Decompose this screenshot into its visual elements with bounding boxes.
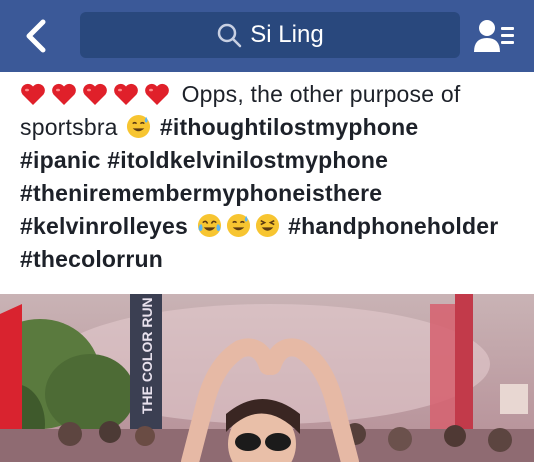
back-chevron-icon (26, 19, 46, 53)
sweat-smile-emoji-icon (226, 213, 250, 238)
sweat-smile-emoji-icon (127, 114, 151, 139)
back-button[interactable] (14, 14, 58, 58)
search-field[interactable]: Si Ling (80, 12, 460, 58)
hashtag-ipanic[interactable]: #ipanic (20, 147, 101, 173)
post-line-3: #ipanic #itoldkelvinilostmyphone (20, 144, 520, 177)
heart-emoji-icon (21, 83, 45, 105)
heart-emoji-icon (52, 83, 76, 105)
post-line-4: #theniremembermyphoneisthere (20, 177, 520, 210)
post-text-sportsbra: sportsbra (20, 114, 118, 140)
heart-emoji-icon (83, 83, 107, 105)
top-navigation-bar: Si Ling (0, 0, 534, 72)
hashtag-itoldkelvinilostmyphone[interactable]: #itoldkelvinilostmyphone (107, 147, 388, 173)
hashtag-ithoughtilostmyphone[interactable]: #ithoughtilostmyphone (160, 114, 418, 140)
tears-of-joy-emoji-icon (197, 213, 221, 238)
banner-label: THE COLOR RUN (139, 297, 155, 414)
friends-list-icon (474, 20, 514, 52)
hashtag-thecolorrun[interactable]: #thecolorrun (20, 246, 163, 272)
hashtag-theniremembermyphoneisthere[interactable]: #theniremembermyphoneisthere (20, 180, 382, 206)
post-photo[interactable]: THE COLOR RUN (0, 294, 534, 462)
post-line-6: #thecolorrun (20, 243, 520, 276)
hashtag-handphoneholder[interactable]: #handphoneholder (288, 213, 498, 239)
search-query: Si Ling (250, 21, 324, 48)
search-icon (218, 23, 242, 48)
hashtag-kelvinrolleyes[interactable]: #kelvinrolleyes (20, 213, 188, 239)
color-run-photo: THE COLOR RUN (0, 294, 534, 462)
heart-emoji-icon (145, 83, 169, 105)
post-text-opening: Opps, the other purpose of (181, 81, 461, 107)
friends-button[interactable] (470, 14, 520, 58)
post-text: Opps, the other purpose of sportsbra #it… (20, 78, 520, 276)
post-line-1: Opps, the other purpose of (20, 78, 520, 111)
heart-emoji-icon (114, 83, 138, 105)
laughing-emoji-icon (255, 213, 279, 238)
post-line-2: sportsbra #ithoughtilostmyphone (20, 111, 520, 144)
post-line-5: #kelvinrolleyes #handphoneholder (20, 210, 520, 243)
